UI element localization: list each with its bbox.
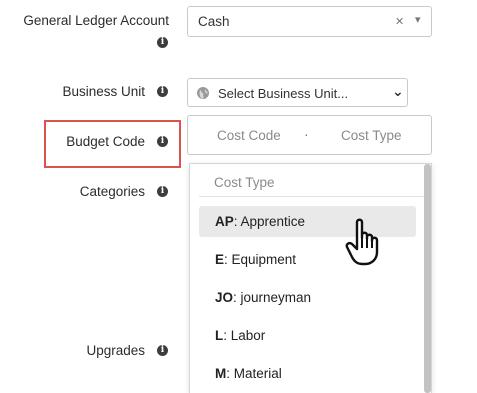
info-icon[interactable]: i (157, 186, 168, 197)
cost-code-input[interactable]: Cost Code (217, 128, 281, 143)
dropdown-divider (199, 196, 425, 197)
dropdown-scrollbar[interactable] (424, 164, 431, 393)
business-unit-select[interactable]: Select Business Unit... ⌄ (187, 78, 408, 107)
info-icon[interactable]: i (157, 37, 168, 48)
gl-account-value: Cash (198, 14, 230, 29)
info-icon[interactable]: i (157, 86, 168, 97)
budget-code-field[interactable]: Cost Code · Cost Type (187, 115, 432, 155)
option-name: : Equipment (224, 252, 297, 267)
dropdown-option-journeyman[interactable]: JO: journeyman (199, 282, 416, 313)
option-code: E (215, 252, 225, 267)
upgrades-label: Upgrades (86, 343, 145, 358)
categories-label: Categories (79, 184, 145, 199)
option-code: L (215, 328, 224, 343)
chevron-down-icon[interactable]: ⌄ (392, 83, 404, 100)
option-code: JO (215, 290, 234, 305)
business-unit-placeholder: Select Business Unit... (218, 86, 349, 101)
gl-account-label: General Ledger Account (23, 13, 169, 28)
option-name: : journeyman (233, 290, 312, 305)
dropdown-option-material[interactable]: M: Material (199, 358, 416, 389)
globe-icon (197, 87, 209, 99)
business-unit-label: Business Unit (62, 84, 145, 99)
info-icon[interactable]: i (157, 345, 168, 356)
option-code: AP (215, 214, 234, 229)
option-name: : Material (226, 366, 282, 381)
option-name: : Apprentice (233, 214, 306, 229)
gl-account-select[interactable]: Cash ✕ ▾ (187, 6, 432, 37)
option-name: : Labor (223, 328, 266, 343)
cost-type-dropdown[interactable]: Cost Type AP: Apprentice E: Equipment JO… (189, 163, 432, 393)
dropdown-header: Cost Type (214, 175, 275, 190)
info-icon[interactable]: i (157, 136, 168, 147)
option-code: M (215, 366, 227, 381)
hand-pointer-icon (345, 218, 389, 268)
budget-code-label: Budget Code (66, 134, 145, 149)
dropdown-option-labor[interactable]: L: Labor (199, 320, 416, 351)
clear-icon[interactable]: ✕ (395, 15, 404, 28)
chevron-down-icon[interactable]: ▾ (415, 13, 421, 26)
cost-type-input[interactable]: Cost Type (341, 128, 402, 143)
budget-code-separator: · (304, 126, 309, 142)
